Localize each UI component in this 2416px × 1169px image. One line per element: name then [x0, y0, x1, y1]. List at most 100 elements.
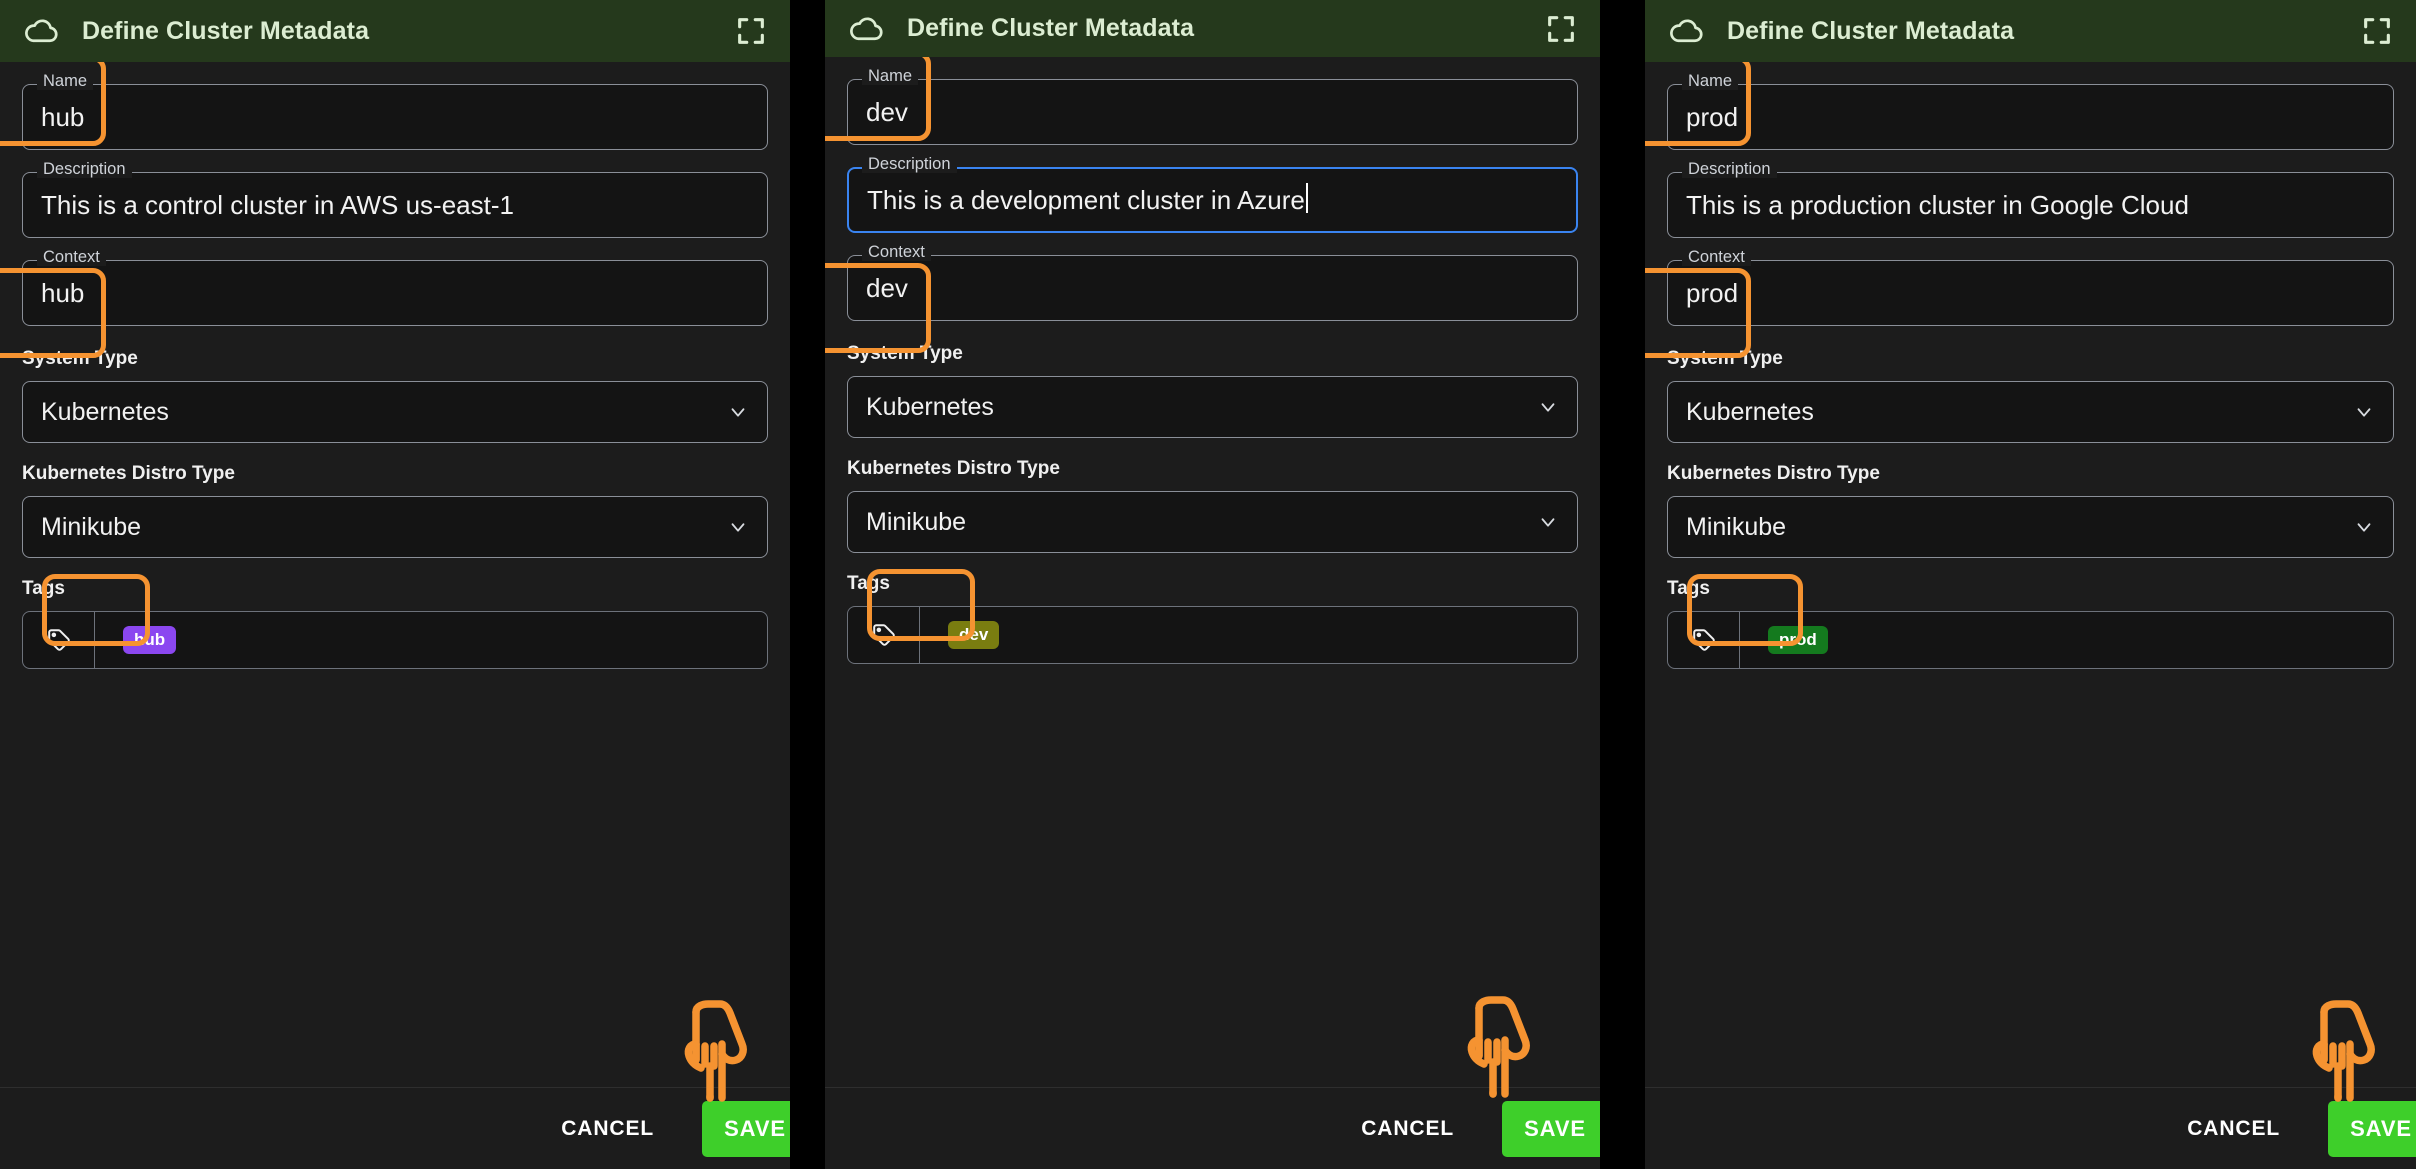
- system-type-select[interactable]: Kubernetes: [22, 381, 768, 443]
- tag-icon: [848, 607, 920, 663]
- save-button-wrap: SAVE: [2328, 1100, 2416, 1157]
- chevron-down-icon: [2353, 401, 2375, 423]
- cancel-button[interactable]: CANCEL: [1343, 1105, 1472, 1153]
- chevron-down-icon: [2353, 516, 2375, 538]
- description-field-label: Description: [862, 156, 957, 173]
- expand-icon[interactable]: [2360, 14, 2394, 48]
- kubernetes-distro-type-value: Minikube: [1686, 512, 1787, 541]
- name-field-label: Name: [37, 73, 94, 90]
- tags-box[interactable]: dev: [847, 606, 1578, 664]
- context-field[interactable]: Context prod: [1667, 249, 2394, 326]
- name-field-value: prod: [1686, 102, 1739, 132]
- system-type-value: Kubernetes: [1686, 397, 1814, 426]
- tag-icon: [1668, 612, 1740, 668]
- system-type-label: System Type: [847, 343, 963, 364]
- dialog-body: Name prod Description This is a producti…: [1645, 62, 2416, 1087]
- kubernetes-distro-type-group: Kubernetes Distro Type Minikube: [847, 458, 1578, 553]
- save-button[interactable]: SAVE: [1502, 1100, 1600, 1157]
- cancel-button[interactable]: CANCEL: [543, 1105, 672, 1153]
- expand-icon[interactable]: [734, 14, 768, 48]
- expand-icon[interactable]: [1544, 12, 1578, 46]
- cluster-metadata-dialog-prod: Define Cluster Metadata Name prod Descri…: [1645, 0, 2416, 1169]
- tags-label: Tags: [22, 578, 65, 599]
- dialog-header: Define Cluster Metadata: [0, 0, 790, 62]
- tags-label: Tags: [847, 573, 890, 594]
- name-field[interactable]: Name hub: [22, 73, 768, 150]
- system-type-select[interactable]: Kubernetes: [1667, 381, 2394, 443]
- name-field[interactable]: Name prod: [1667, 73, 2394, 150]
- context-field[interactable]: Context hub: [22, 249, 768, 326]
- system-type-label: System Type: [1667, 348, 1783, 369]
- description-field-value: This is a production cluster in Google C…: [1686, 190, 2189, 220]
- description-field[interactable]: Description This is a production cluster…: [1667, 161, 2394, 238]
- kubernetes-distro-type-select[interactable]: Minikube: [1667, 496, 2394, 558]
- tag-chip[interactable]: dev: [948, 621, 1000, 649]
- screenshot-stage: Define Cluster Metadata Name hub Descrip…: [0, 0, 2416, 1169]
- dialog-body: Name dev Description This is a developme…: [825, 57, 1600, 1087]
- cloud-icon: [1669, 13, 1705, 49]
- tag-chip[interactable]: prod: [1768, 626, 1828, 654]
- tags-list: prod: [1740, 626, 2393, 654]
- tag-icon: [23, 612, 95, 668]
- name-field-box[interactable]: hub: [22, 84, 768, 150]
- system-type-group: System Type Kubernetes: [22, 348, 768, 443]
- tags-list: hub: [95, 626, 767, 654]
- description-field-box[interactable]: This is a production cluster in Google C…: [1667, 172, 2394, 238]
- description-field-value: This is a control cluster in AWS us-east…: [41, 190, 514, 220]
- cloud-icon: [849, 11, 885, 47]
- kubernetes-distro-type-select[interactable]: Minikube: [22, 496, 768, 558]
- dialog-title: Define Cluster Metadata: [1727, 16, 2015, 45]
- cancel-button[interactable]: CANCEL: [2169, 1105, 2298, 1153]
- kubernetes-distro-type-label: Kubernetes Distro Type: [1667, 463, 1880, 484]
- system-type-value: Kubernetes: [866, 392, 994, 421]
- system-type-value: Kubernetes: [41, 397, 169, 426]
- save-button[interactable]: SAVE: [2328, 1100, 2416, 1157]
- system-type-group: System Type Kubernetes: [1667, 348, 2394, 443]
- tags-group: Tags prod: [1667, 578, 2394, 669]
- kubernetes-distro-type-label: Kubernetes Distro Type: [22, 463, 235, 484]
- kubernetes-distro-type-value: Minikube: [866, 507, 967, 536]
- name-field[interactable]: Name dev: [847, 68, 1578, 145]
- panel-gap: [790, 0, 825, 1169]
- context-field-box[interactable]: hub: [22, 260, 768, 326]
- dialog-footer: CANCEL SAVE: [0, 1087, 790, 1169]
- chevron-down-icon: [1537, 396, 1559, 418]
- description-field-box[interactable]: This is a development cluster in Azure: [847, 167, 1578, 233]
- context-field-label: Context: [1682, 249, 1751, 266]
- name-field-value: dev: [866, 97, 908, 127]
- tags-box[interactable]: prod: [1667, 611, 2394, 669]
- cluster-metadata-dialog-dev: Define Cluster Metadata Name dev Descrip…: [825, 0, 1600, 1169]
- context-field[interactable]: Context dev: [847, 244, 1578, 321]
- system-type-select[interactable]: Kubernetes: [847, 376, 1578, 438]
- chevron-down-icon: [1537, 511, 1559, 533]
- description-field-value: This is a development cluster in Azure: [867, 185, 1305, 215]
- name-field-box[interactable]: prod: [1667, 84, 2394, 150]
- description-field-label: Description: [37, 161, 132, 178]
- system-type-label: System Type: [22, 348, 138, 369]
- context-field-label: Context: [37, 249, 106, 266]
- tags-list: dev: [920, 621, 1577, 649]
- tags-box[interactable]: hub: [22, 611, 768, 669]
- kubernetes-distro-type-label: Kubernetes Distro Type: [847, 458, 1060, 479]
- tag-chip[interactable]: hub: [123, 626, 177, 654]
- chevron-down-icon: [727, 401, 749, 423]
- kubernetes-distro-type-select[interactable]: Minikube: [847, 491, 1578, 553]
- dialog-header: Define Cluster Metadata: [825, 0, 1600, 57]
- description-field-label: Description: [1682, 161, 1777, 178]
- context-field-value: hub: [41, 278, 85, 308]
- context-field-value: prod: [1686, 278, 1739, 308]
- description-field[interactable]: Description This is a development cluste…: [847, 156, 1578, 233]
- description-field[interactable]: Description This is a control cluster in…: [22, 161, 768, 238]
- context-field-box[interactable]: dev: [847, 255, 1578, 321]
- description-field-box[interactable]: This is a control cluster in AWS us-east…: [22, 172, 768, 238]
- tags-group: Tags hub: [22, 578, 768, 669]
- kubernetes-distro-type-group: Kubernetes Distro Type Minikube: [22, 463, 768, 558]
- save-button[interactable]: SAVE: [702, 1100, 790, 1157]
- dialog-body: Name hub Description This is a control c…: [0, 62, 790, 1087]
- name-field-box[interactable]: dev: [847, 79, 1578, 145]
- tags-label: Tags: [1667, 578, 1710, 599]
- context-field-box[interactable]: prod: [1667, 260, 2394, 326]
- chevron-down-icon: [727, 516, 749, 538]
- save-button-wrap: SAVE: [702, 1100, 790, 1157]
- context-field-value: dev: [866, 273, 908, 303]
